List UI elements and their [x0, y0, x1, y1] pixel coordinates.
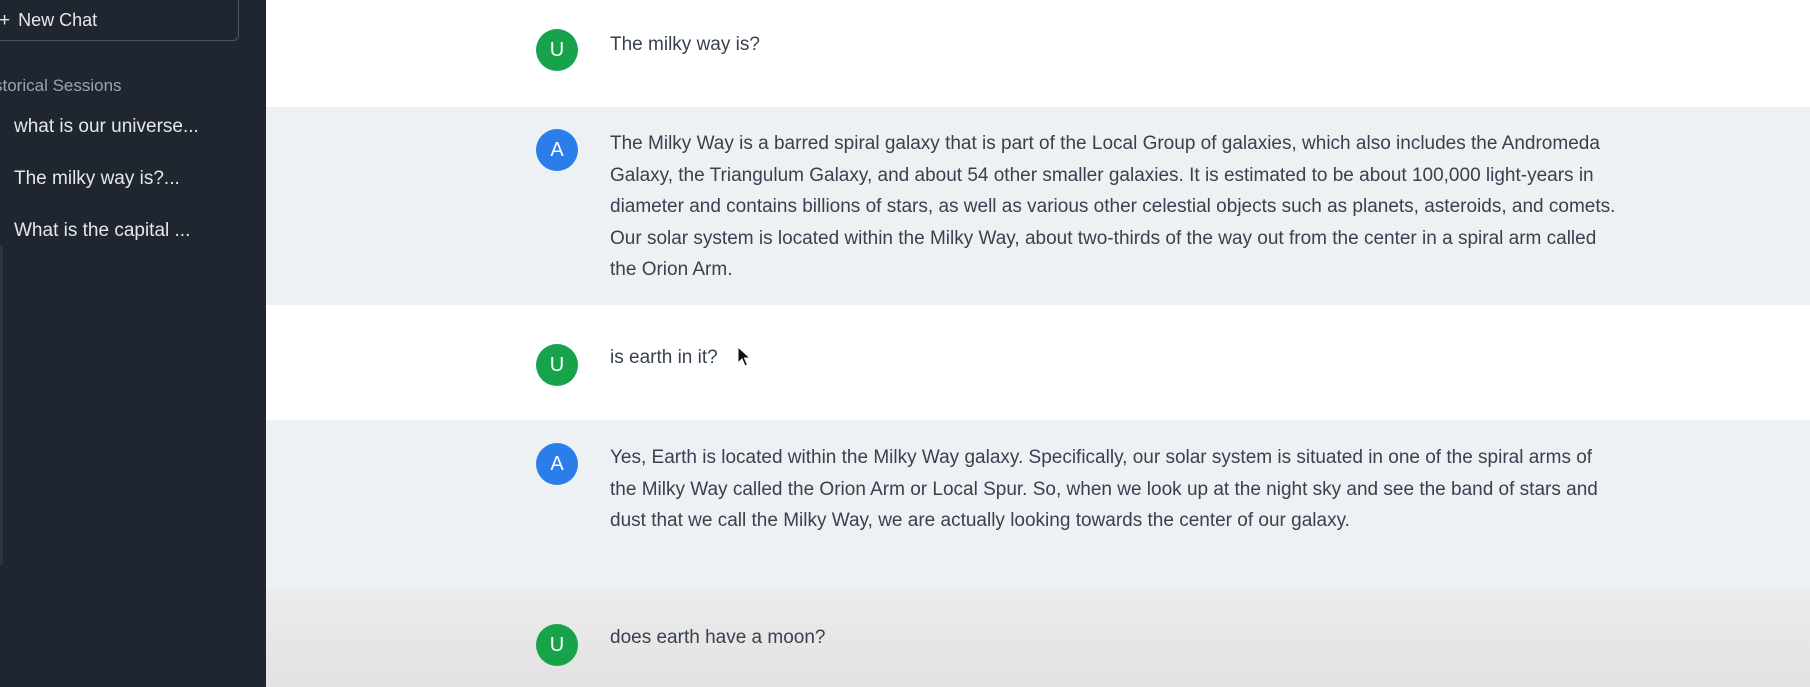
sidebar: + New Chat storical Sessions what is our…: [0, 0, 266, 687]
message-text: does earth have a moon?: [610, 627, 826, 648]
mouse-cursor-icon: [737, 346, 751, 367]
user-avatar: U: [536, 29, 578, 71]
user-avatar: U: [536, 624, 578, 666]
assistant-avatar: A: [536, 129, 578, 171]
message-text: Yes, Earth is located within the Milky W…: [610, 447, 1598, 531]
sidebar-edge-divider: [0, 245, 3, 565]
assistant-avatar: A: [536, 443, 578, 485]
plus-icon: +: [0, 10, 11, 31]
user-message: U does earth have a moon?: [266, 588, 1810, 687]
message-text: The milky way is?: [610, 34, 760, 55]
chat-app: + New Chat storical Sessions what is our…: [0, 0, 1810, 687]
session-list: what is our universe... The milky way is…: [14, 115, 254, 257]
new-chat-label: New Chat: [18, 10, 98, 30]
session-item[interactable]: what is our universe...: [14, 101, 254, 153]
user-message: U is earth in it?: [266, 305, 1810, 420]
chat-thread: U The milky way is? A The Milky Way is a…: [266, 0, 1810, 687]
assistant-message: A Yes, Earth is located within the Milky…: [266, 420, 1810, 588]
assistant-message: A The Milky Way is a barred spiral galax…: [266, 107, 1810, 305]
historical-sessions-heading: storical Sessions: [0, 76, 122, 95]
session-item[interactable]: What is the capital ...: [14, 205, 254, 257]
new-chat-button[interactable]: + New Chat: [0, 0, 239, 41]
user-message: U The milky way is?: [266, 0, 1810, 107]
message-text: The Milky Way is a barred spiral galaxy …: [610, 133, 1616, 280]
session-item[interactable]: The milky way is?...: [14, 153, 254, 205]
user-avatar: U: [536, 344, 578, 386]
message-text: is earth in it?: [610, 347, 718, 368]
